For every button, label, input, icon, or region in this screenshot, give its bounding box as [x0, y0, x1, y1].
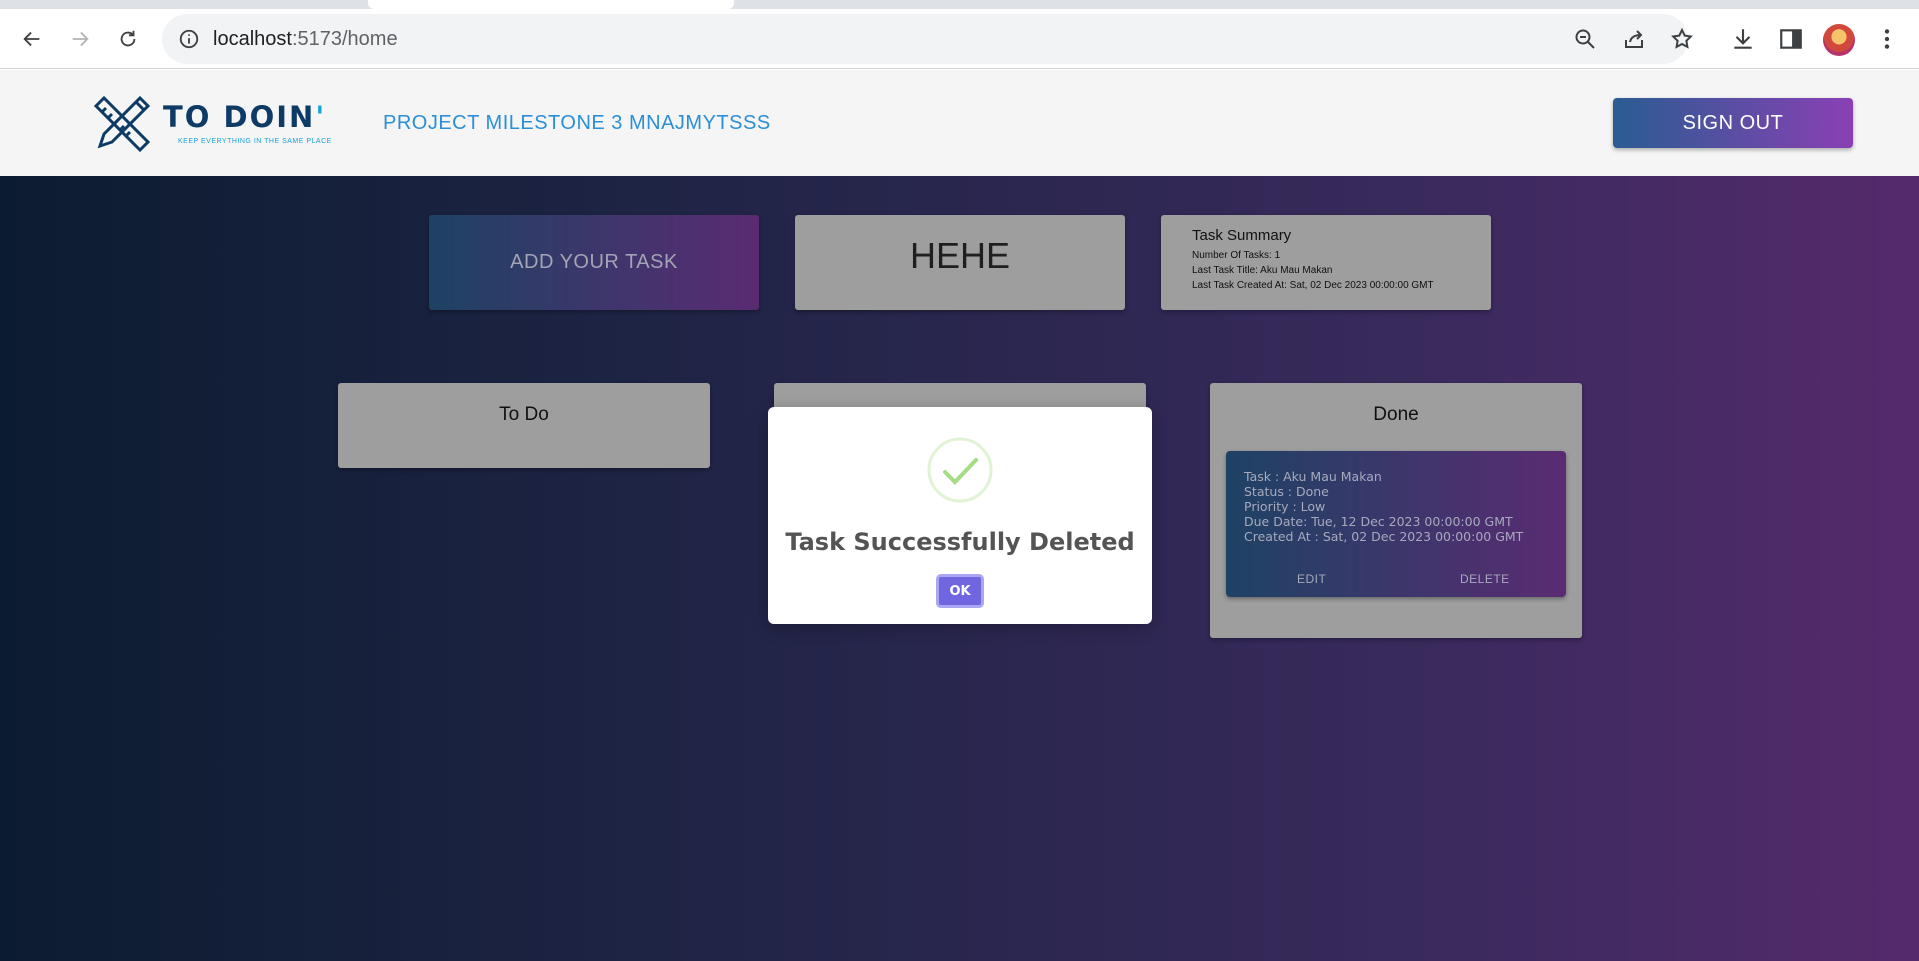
- browser-tab[interactable]: [368, 0, 734, 9]
- arrow-right-icon: [72, 31, 89, 47]
- logo-title: TO DOIN': [163, 100, 327, 134]
- browser-toolbar: localhost:5173/home: [0, 9, 1919, 69]
- address-bar[interactable]: localhost:5173/home: [162, 14, 1693, 64]
- side-panel-icon[interactable]: [1778, 26, 1804, 52]
- pencil-ruler-icon: [93, 95, 151, 153]
- app-logo[interactable]: TO DOIN' KEEP EVERYTHING IN THE SAME PLA…: [90, 92, 331, 158]
- share-icon[interactable]: [1622, 27, 1646, 51]
- sign-out-button[interactable]: SIGN OUT: [1613, 98, 1853, 148]
- url-text[interactable]: localhost:5173/home: [213, 28, 398, 51]
- profile-avatar[interactable]: [1823, 24, 1855, 56]
- zoom-out-icon[interactable]: [1573, 27, 1597, 51]
- reload-button[interactable]: [110, 21, 146, 57]
- forward-button[interactable]: [62, 21, 98, 57]
- arrow-left-icon: [23, 31, 40, 47]
- star-icon[interactable]: [1670, 27, 1694, 51]
- app-header: TO DOIN' KEEP EVERYTHING IN THE SAME PLA…: [0, 70, 1919, 176]
- project-title: PROJECT MILESTONE 3 MNAJMYTSSS: [383, 112, 771, 134]
- success-dialog: Task Successfully Deleted OK: [768, 407, 1152, 624]
- back-button[interactable]: [14, 21, 50, 57]
- reload-icon: [120, 30, 136, 47]
- checkmark-icon: [927, 437, 993, 503]
- logo-tagline: KEEP EVERYTHING IN THE SAME PLACE: [178, 138, 332, 145]
- info-icon[interactable]: [178, 28, 200, 50]
- kebab-menu-icon[interactable]: [1874, 26, 1900, 52]
- browser-tabstrip: [0, 0, 1919, 9]
- ok-button[interactable]: OK: [936, 574, 984, 608]
- download-icon[interactable]: [1730, 26, 1756, 52]
- dialog-title: Task Successfully Deleted: [785, 528, 1135, 556]
